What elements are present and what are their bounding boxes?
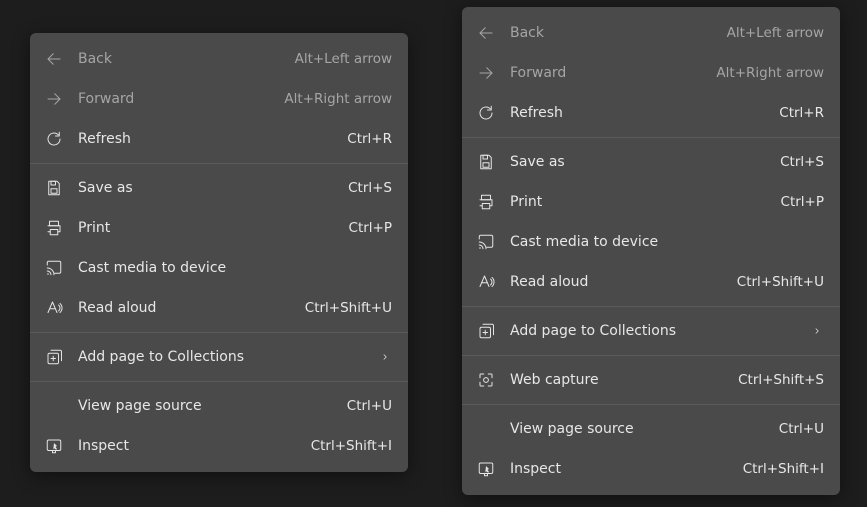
- save-as-item[interactable]: Save as Ctrl+S: [30, 168, 408, 208]
- arrow-right-icon: [44, 89, 64, 109]
- menu-item-shortcut: Ctrl+R: [347, 131, 392, 147]
- menu-item-shortcut: Ctrl+Shift+U: [737, 274, 824, 290]
- menu-item-label: Print: [510, 194, 761, 210]
- menu-item-label: Cast media to device: [510, 234, 824, 250]
- menu-item-shortcut: Ctrl+Shift+I: [311, 438, 392, 454]
- menu-item-label: Forward: [510, 65, 696, 81]
- menu-separator: [462, 137, 840, 138]
- arrow-right-icon: [476, 63, 496, 83]
- menu-item-shortcut: Ctrl+Shift+U: [305, 300, 392, 316]
- back-item: Back Alt+Left arrow: [462, 13, 840, 53]
- no-icon: [44, 396, 64, 416]
- context-menu: Back Alt+Left arrow Forward Alt+Right arrow…: [462, 7, 840, 495]
- inspect-item[interactable]: Inspect Ctrl+Shift+I: [30, 426, 408, 466]
- chevron-right-icon: [810, 324, 824, 338]
- menu-item-shortcut: Ctrl+S: [348, 180, 392, 196]
- menu-item-label: Forward: [78, 91, 264, 107]
- add-collections-item[interactable]: Add page to Collections: [462, 311, 840, 351]
- inspect-item[interactable]: Inspect Ctrl+Shift+I: [462, 449, 840, 489]
- arrow-left-icon: [476, 23, 496, 43]
- cast-icon: [476, 232, 496, 252]
- menu-item-label: Save as: [78, 180, 328, 196]
- menu-item-shortcut: Ctrl+P: [781, 194, 824, 210]
- cast-item[interactable]: Cast media to device: [462, 222, 840, 262]
- menu-separator: [462, 306, 840, 307]
- menu-item-label: Add page to Collections: [510, 323, 790, 339]
- menu-item-shortcut: Ctrl+U: [347, 398, 392, 414]
- menu-item-label: View page source: [78, 398, 327, 414]
- read-aloud-item[interactable]: Read aloud Ctrl+Shift+U: [30, 288, 408, 328]
- print-item[interactable]: Print Ctrl+P: [462, 182, 840, 222]
- menu-item-label: Back: [78, 51, 275, 67]
- add-collections-item[interactable]: Add page to Collections: [30, 337, 408, 377]
- menu-item-label: Read aloud: [510, 274, 717, 290]
- menu-item-shortcut: Alt+Right arrow: [716, 65, 824, 81]
- menu-item-label: Cast media to device: [78, 260, 392, 276]
- forward-item: Forward Alt+Right arrow: [30, 79, 408, 119]
- menu-item-label: Web capture: [510, 372, 718, 388]
- back-item: Back Alt+Left arrow: [30, 39, 408, 79]
- save-as-icon: [476, 152, 496, 172]
- menu-item-label: Add page to Collections: [78, 349, 358, 365]
- chevron-right-icon: [378, 350, 392, 364]
- menu-item-label: Print: [78, 220, 329, 236]
- menu-item-shortcut: Ctrl+S: [780, 154, 824, 170]
- collections-icon: [44, 347, 64, 367]
- menu-item-label: Refresh: [78, 131, 327, 147]
- menu-item-label: Read aloud: [78, 300, 285, 316]
- save-as-icon: [44, 178, 64, 198]
- menu-item-label: Inspect: [510, 461, 723, 477]
- refresh-icon: [476, 103, 496, 123]
- menu-item-shortcut: Ctrl+P: [349, 220, 392, 236]
- read-aloud-item[interactable]: Read aloud Ctrl+Shift+U: [462, 262, 840, 302]
- menu-separator: [30, 332, 408, 333]
- menu-item-label: Inspect: [78, 438, 291, 454]
- print-icon: [476, 192, 496, 212]
- refresh-icon: [44, 129, 64, 149]
- menu-separator: [30, 381, 408, 382]
- menu-separator: [462, 404, 840, 405]
- inspect-icon: [476, 459, 496, 479]
- menu-separator: [30, 163, 408, 164]
- read-aloud-icon: [44, 298, 64, 318]
- cast-item[interactable]: Cast media to device: [30, 248, 408, 288]
- menu-item-shortcut: Alt+Left arrow: [295, 51, 392, 67]
- web-capture-icon: [476, 370, 496, 390]
- print-icon: [44, 218, 64, 238]
- web-capture-item[interactable]: Web capture Ctrl+Shift+S: [462, 360, 840, 400]
- menu-separator: [462, 355, 840, 356]
- forward-item: Forward Alt+Right arrow: [462, 53, 840, 93]
- menu-item-label: View page source: [510, 421, 759, 437]
- menu-item-shortcut: Ctrl+Shift+S: [738, 372, 824, 388]
- menu-item-shortcut: Alt+Right arrow: [284, 91, 392, 107]
- collections-icon: [476, 321, 496, 341]
- view-source-item[interactable]: View page source Ctrl+U: [462, 409, 840, 449]
- menu-item-label: Back: [510, 25, 707, 41]
- menu-item-shortcut: Alt+Left arrow: [727, 25, 824, 41]
- refresh-item[interactable]: Refresh Ctrl+R: [462, 93, 840, 133]
- context-menu: Back Alt+Left arrow Forward Alt+Right arrow…: [30, 33, 408, 472]
- menu-item-label: Refresh: [510, 105, 759, 121]
- menu-item-shortcut: Ctrl+Shift+I: [743, 461, 824, 477]
- no-icon: [476, 419, 496, 439]
- view-source-item[interactable]: View page source Ctrl+U: [30, 386, 408, 426]
- save-as-item[interactable]: Save as Ctrl+S: [462, 142, 840, 182]
- arrow-left-icon: [44, 49, 64, 69]
- menu-item-shortcut: Ctrl+R: [779, 105, 824, 121]
- inspect-icon: [44, 436, 64, 456]
- menu-item-label: Save as: [510, 154, 760, 170]
- print-item[interactable]: Print Ctrl+P: [30, 208, 408, 248]
- menu-item-shortcut: Ctrl+U: [779, 421, 824, 437]
- refresh-item[interactable]: Refresh Ctrl+R: [30, 119, 408, 159]
- cast-icon: [44, 258, 64, 278]
- read-aloud-icon: [476, 272, 496, 292]
